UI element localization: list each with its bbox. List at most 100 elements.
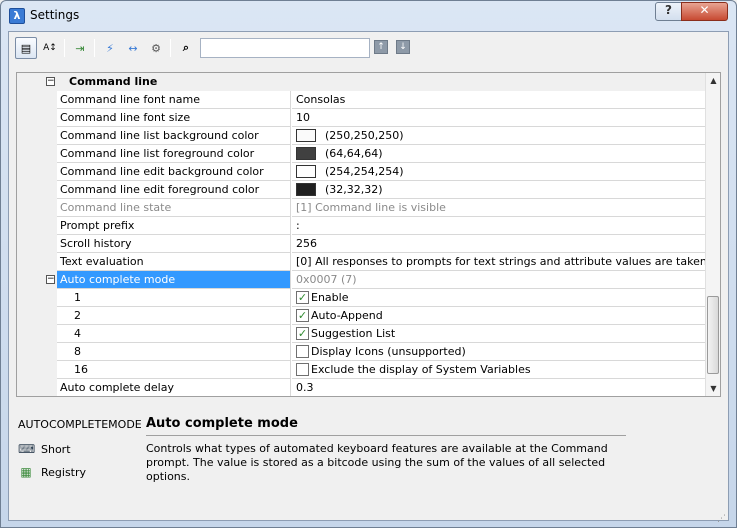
window-title: Settings — [30, 8, 80, 22]
property-value[interactable]: (254,254,254) — [292, 163, 705, 181]
property-name: 1 — [57, 289, 291, 307]
close-button[interactable]: ✕ — [681, 2, 728, 21]
short-name-icon: ⌨ — [18, 442, 36, 456]
app-icon: λ — [9, 8, 25, 24]
property-value[interactable]: : — [292, 217, 705, 235]
column-width-button[interactable]: ↔ — [122, 37, 144, 59]
bitflag-row[interactable]: 4 ✓ Suggestion List — [17, 325, 705, 343]
property-value[interactable]: (32,32,32) — [292, 181, 705, 199]
property-value[interactable]: Exclude the display of System Variables — [292, 361, 705, 379]
property-value[interactable]: 256 — [292, 235, 705, 253]
collapse-category-icon[interactable]: − — [46, 77, 55, 86]
help-divider — [146, 435, 626, 436]
settings-window: λ Settings ? ✕ ▤ A↕ ⇥ ⚡ ↔ ⚙ ⌕ ↑ ↓ − Comm… — [0, 0, 737, 528]
find-button[interactable]: ⌕ — [175, 37, 197, 59]
property-value-text: Display Icons (unsupported) — [311, 344, 466, 358]
property-row[interactable]: Command line font size 10 — [17, 109, 705, 127]
property-value[interactable]: (64,64,64) — [292, 145, 705, 163]
search-prev-button[interactable]: ↑ — [374, 40, 388, 54]
checkbox-checked[interactable]: ✓ — [296, 327, 309, 340]
registry-link-label: Registry — [41, 465, 87, 479]
property-value[interactable]: ✓ Suggestion List — [292, 325, 705, 343]
property-value[interactable]: ✓ Auto-Append — [292, 307, 705, 325]
category-title: Command line — [69, 75, 158, 88]
scroll-thumb[interactable] — [707, 296, 719, 374]
checkbox-checked[interactable]: ✓ — [296, 291, 309, 304]
column-width-icon: ↔ — [128, 41, 138, 55]
property-name: Command line state — [57, 199, 291, 217]
settings-gear-button[interactable]: ⚙ — [145, 37, 167, 59]
property-row[interactable]: Prompt prefix: — [17, 217, 705, 235]
search-next-button[interactable]: ↓ — [396, 40, 410, 54]
search-input[interactable] — [200, 38, 370, 58]
grid-scrollbar[interactable]: ▲ ▼ — [705, 73, 720, 396]
property-value[interactable]: ✓ Enable — [292, 289, 705, 307]
property-row[interactable]: Command line edit background color (254,2… — [17, 163, 705, 181]
bitflag-row[interactable]: 1 ✓ Enable — [17, 289, 705, 307]
property-row[interactable]: Auto complete delay 0.3 — [17, 379, 705, 396]
app-settings-icon: ⚡ — [106, 41, 114, 55]
property-name: Command line font name — [57, 91, 291, 109]
property-value[interactable]: [0] All responses to prompts for text st… — [292, 253, 705, 271]
bitflag-row[interactable]: 16 Exclude the display of System Variable… — [17, 361, 705, 379]
property-value[interactable]: (250,250,250) — [292, 127, 705, 145]
property-value-text: (250,250,250) — [325, 128, 404, 142]
property-name: 4 — [57, 325, 291, 343]
property-name: Command line list background color — [57, 127, 291, 145]
property-value-text: Consolas — [296, 92, 346, 106]
color-swatch[interactable] — [296, 147, 316, 160]
export-button[interactable]: ⇥ — [69, 37, 91, 59]
toolbar: ▤ A↕ ⇥ ⚡ ↔ ⚙ ⌕ ↑ ↓ — [9, 32, 728, 66]
color-swatch[interactable] — [296, 129, 316, 142]
property-value-text: (32,32,32) — [325, 182, 383, 196]
export-icon: ⇥ — [75, 41, 85, 55]
property-value[interactable]: 0x0007 (7) — [292, 271, 705, 289]
checkbox-checked[interactable]: ✓ — [296, 309, 309, 322]
collapse-property-icon[interactable]: − — [46, 275, 55, 284]
categorized-view-icon: ▤ — [20, 41, 32, 55]
property-row[interactable]: Command line list foreground color (64,64… — [17, 145, 705, 163]
category-header[interactable]: − Command line — [17, 73, 705, 91]
property-row[interactable]: Command line edit foreground color (32,32… — [17, 181, 705, 199]
bitflag-row[interactable]: 8 Display Icons (unsupported) — [17, 343, 705, 361]
property-name: Text evaluation — [57, 253, 291, 271]
property-value[interactable]: 10 — [292, 109, 705, 127]
color-swatch[interactable] — [296, 183, 316, 196]
property-row[interactable]: Command line font name Consolas — [17, 91, 705, 109]
scroll-down-icon[interactable]: ▼ — [706, 381, 721, 396]
resize-grip-icon[interactable]: ⋰ — [717, 514, 726, 524]
property-row[interactable]: − Auto complete mode 0x0007 (7) — [17, 271, 705, 289]
property-name: Command line list foreground color — [57, 145, 291, 163]
find-binoculars-icon: ⌕ — [182, 41, 190, 54]
app-settings-button[interactable]: ⚡ — [99, 37, 121, 59]
alphabetical-view-button[interactable]: A↕ — [39, 37, 61, 59]
title-bar[interactable]: λ Settings ? ✕ — [1, 1, 736, 31]
property-value-text: [0] All responses to prompts for text st… — [296, 254, 705, 268]
property-value[interactable]: Display Icons (unsupported) — [292, 343, 705, 361]
registry-link[interactable]: ▦ Registry — [18, 465, 86, 479]
bitflag-row[interactable]: 2 ✓ Auto-Append — [17, 307, 705, 325]
help-button[interactable]: ? — [655, 2, 682, 21]
property-name: Command line font size — [57, 109, 291, 127]
property-name: 2 — [57, 307, 291, 325]
checkbox-unchecked[interactable] — [296, 345, 309, 358]
checkbox-unchecked[interactable] — [296, 363, 309, 376]
property-value-text: Suggestion List — [311, 326, 396, 340]
property-row[interactable]: Scroll history 256 — [17, 235, 705, 253]
property-name: Command line edit foreground color — [57, 181, 291, 199]
color-swatch[interactable] — [296, 165, 316, 178]
property-row[interactable]: Command line state [1] Command line is vi… — [17, 199, 705, 217]
property-value[interactable]: 0.3 — [292, 379, 705, 396]
client-area: ▤ A↕ ⇥ ⚡ ↔ ⚙ ⌕ ↑ ↓ − Command line Comman… — [8, 31, 729, 524]
property-row[interactable]: Command line list background color (250,2… — [17, 127, 705, 145]
categorized-view-button[interactable]: ▤ — [15, 37, 37, 59]
short-link[interactable]: ⌨ Short — [18, 442, 71, 456]
help-variable-name: AUTOCOMPLETEMODE — [18, 418, 142, 431]
scroll-up-icon[interactable]: ▲ — [706, 73, 721, 88]
registry-icon: ▦ — [20, 465, 32, 479]
property-value-text: (254,254,254) — [325, 164, 404, 178]
property-row[interactable]: Text evaluation [0] All responses to prom… — [17, 253, 705, 271]
property-value[interactable]: Consolas — [292, 91, 705, 109]
short-link-label: Short — [41, 442, 71, 456]
property-name: Command line edit background color — [57, 163, 291, 181]
